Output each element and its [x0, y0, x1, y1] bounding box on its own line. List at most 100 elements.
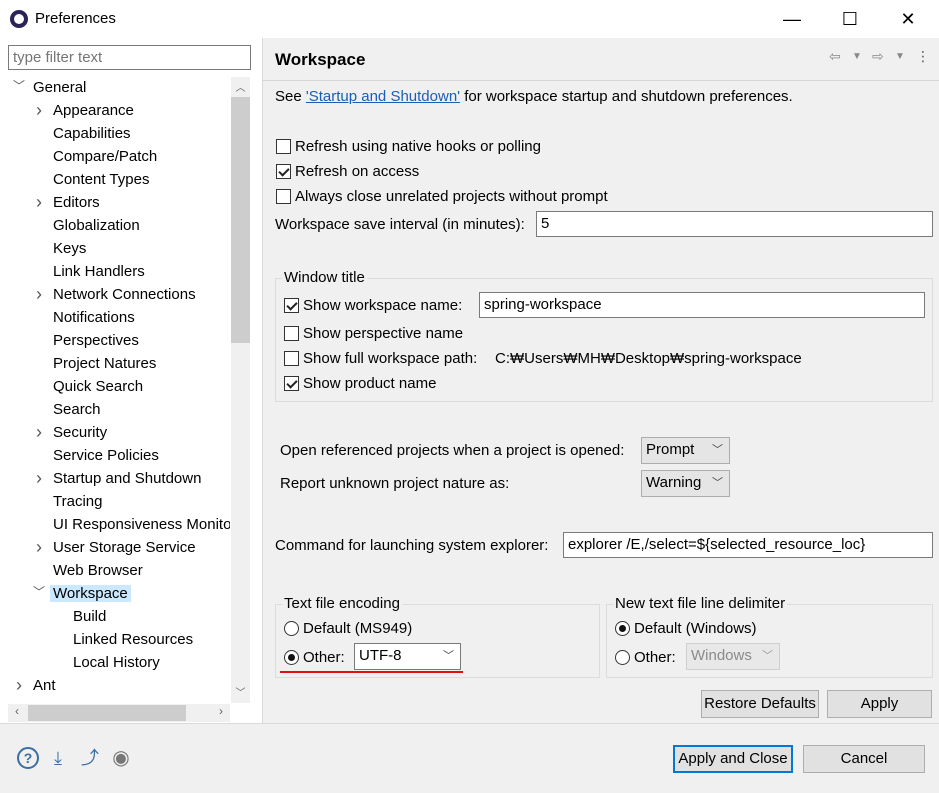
tree-item[interactable]: Search: [53, 399, 101, 422]
scroll-down-icon[interactable]: ﹀: [231, 684, 250, 700]
tree-item-label: Ant: [33, 677, 56, 694]
refresh-native-hooks-checkbox[interactable]: [276, 139, 291, 154]
tree-item[interactable]: Linked Resources: [73, 629, 193, 652]
tree-item[interactable]: Service Policies: [53, 445, 159, 468]
tree-item-label: User Storage Service: [53, 539, 196, 556]
restore-defaults-button[interactable]: Restore Defaults: [701, 690, 819, 718]
tree-item[interactable]: Startup and Shutdown: [53, 468, 201, 491]
tree-item[interactable]: UI Responsiveness Monitoring: [53, 514, 230, 537]
tree-item[interactable]: Project Natures: [53, 353, 156, 376]
back-arrow-icon[interactable]: ⇦: [829, 48, 841, 65]
encoding-default-label[interactable]: Default (MS949): [303, 620, 412, 637]
line-delimiter-other-label[interactable]: Other:: [634, 649, 676, 666]
apply-button[interactable]: Apply: [827, 690, 932, 718]
eclipse-app-icon: [10, 10, 28, 28]
tree-collapsed-chevron-icon[interactable]: ›: [12, 675, 26, 696]
tree-item[interactable]: Content Types: [53, 169, 149, 192]
cancel-button[interactable]: Cancel: [803, 745, 925, 773]
show-perspective-name-checkbox[interactable]: [284, 326, 299, 341]
tree-item[interactable]: Network Connections: [53, 284, 196, 307]
tree-item[interactable]: Notifications: [53, 307, 135, 330]
workspace-name-input[interactable]: spring-workspace: [479, 292, 925, 318]
view-menu-icon[interactable]: ⋮: [916, 48, 930, 65]
line-delimiter-default-radio[interactable]: [615, 621, 630, 636]
refresh-on-access-label[interactable]: Refresh on access: [295, 163, 419, 180]
scroll-up-icon[interactable]: ︿: [231, 79, 250, 95]
maximize-button[interactable]: ☐: [821, 0, 879, 38]
record-icon[interactable]: ◉: [110, 747, 132, 769]
tree-item[interactable]: Tracing: [53, 491, 102, 514]
text-file-encoding-label: Text file encoding: [282, 595, 402, 612]
close-window-button[interactable]: ✕: [879, 0, 937, 38]
explorer-command-input[interactable]: explorer /E,/select=${selected_resource_…: [563, 532, 933, 558]
tree-item-label: Tracing: [53, 493, 103, 510]
export-icon[interactable]: ⤴: [79, 747, 101, 769]
always-close-projects-checkbox[interactable]: [276, 189, 291, 204]
show-full-path-label[interactable]: Show full workspace path:: [303, 350, 477, 367]
show-perspective-name-label[interactable]: Show perspective name: [303, 325, 463, 342]
show-workspace-name-label[interactable]: Show workspace name:: [303, 297, 462, 314]
tree-item[interactable]: Compare/Patch: [53, 146, 157, 169]
back-menu-chevron-icon[interactable]: ▼: [852, 51, 862, 62]
explorer-command-label: Command for launching system explorer:: [275, 537, 549, 554]
scroll-left-icon[interactable]: ‹: [8, 704, 26, 722]
forward-menu-chevron-icon[interactable]: ▼: [895, 51, 905, 62]
apply-and-close-button[interactable]: Apply and Close: [673, 745, 793, 773]
show-product-name-label[interactable]: Show product name: [303, 375, 436, 392]
line-delimiter-other-radio[interactable]: [615, 650, 630, 665]
tree-item[interactable]: General: [33, 77, 86, 100]
show-workspace-name-checkbox[interactable]: [284, 298, 299, 313]
show-full-path-checkbox[interactable]: [284, 351, 299, 366]
intro-text: See 'Startup and Shutdown' for workspace…: [275, 88, 793, 105]
tree-item[interactable]: Ant: [33, 675, 56, 698]
report-unknown-select[interactable]: Warning ﹀: [641, 470, 730, 497]
show-product-name-checkbox[interactable]: [284, 376, 299, 391]
minimize-button[interactable]: —: [763, 0, 821, 38]
tree-expanded-chevron-icon[interactable]: ﹀: [12, 77, 26, 98]
tree-expanded-chevron-icon[interactable]: ﹀: [32, 583, 46, 604]
tree-item[interactable]: Perspectives: [53, 330, 139, 353]
tree-collapsed-chevron-icon[interactable]: ›: [32, 192, 46, 213]
encoding-other-select[interactable]: UTF-8 ﹀: [354, 643, 461, 670]
tree-collapsed-chevron-icon[interactable]: ›: [32, 468, 46, 489]
forward-arrow-icon[interactable]: ⇨: [872, 48, 884, 65]
tree-item[interactable]: Build: [73, 606, 106, 629]
tree-item[interactable]: Editors: [53, 192, 100, 215]
tree-item[interactable]: Capabilities: [53, 123, 131, 146]
tree-item[interactable]: Local History: [73, 652, 160, 675]
open-referenced-select[interactable]: Prompt ﹀: [641, 437, 730, 464]
startup-shutdown-link[interactable]: 'Startup and Shutdown': [306, 88, 460, 105]
save-interval-label: Workspace save interval (in minutes):: [275, 216, 525, 233]
tree-item[interactable]: Keys: [53, 238, 86, 261]
filter-input[interactable]: [8, 45, 251, 70]
tree-item[interactable]: Appearance: [53, 100, 134, 123]
tree-item[interactable]: Workspace: [50, 583, 131, 606]
always-close-projects-label[interactable]: Always close unrelated projects without …: [295, 188, 608, 205]
tree-collapsed-chevron-icon[interactable]: ›: [32, 422, 46, 443]
encoding-default-radio[interactable]: [284, 621, 299, 636]
tree-collapsed-chevron-icon[interactable]: ›: [32, 100, 46, 121]
line-delimiter-default-label[interactable]: Default (Windows): [634, 620, 757, 637]
tree-item[interactable]: Quick Search: [53, 376, 143, 399]
tree-item[interactable]: Security: [53, 422, 107, 445]
encoding-other-radio[interactable]: [284, 650, 299, 665]
tree-item[interactable]: Link Handlers: [53, 261, 145, 284]
refresh-native-hooks-label[interactable]: Refresh using native hooks or polling: [295, 138, 541, 155]
pane-divider[interactable]: [262, 38, 263, 723]
encoding-other-label[interactable]: Other:: [303, 649, 345, 666]
tree-collapsed-chevron-icon[interactable]: ›: [32, 284, 46, 305]
tree-item[interactable]: User Storage Service: [53, 537, 196, 560]
tree-horizontal-scroll-thumb[interactable]: [28, 705, 186, 721]
tree-vertical-scroll-thumb[interactable]: [231, 97, 250, 343]
chevron-down-icon: ﹀: [443, 650, 454, 662]
scroll-right-icon[interactable]: ›: [212, 704, 230, 722]
tree-item[interactable]: Web Browser: [53, 560, 143, 583]
help-icon[interactable]: ?: [17, 747, 39, 769]
tree-collapsed-chevron-icon[interactable]: ›: [32, 537, 46, 558]
line-delimiter-other-select[interactable]: Windows ﹀: [686, 643, 780, 670]
import-icon[interactable]: ⤓: [47, 747, 69, 769]
save-interval-input[interactable]: 5: [536, 211, 933, 237]
refresh-on-access-checkbox[interactable]: [276, 164, 291, 179]
tree-item[interactable]: Globalization: [53, 215, 140, 238]
report-unknown-value: Warning: [646, 474, 702, 491]
